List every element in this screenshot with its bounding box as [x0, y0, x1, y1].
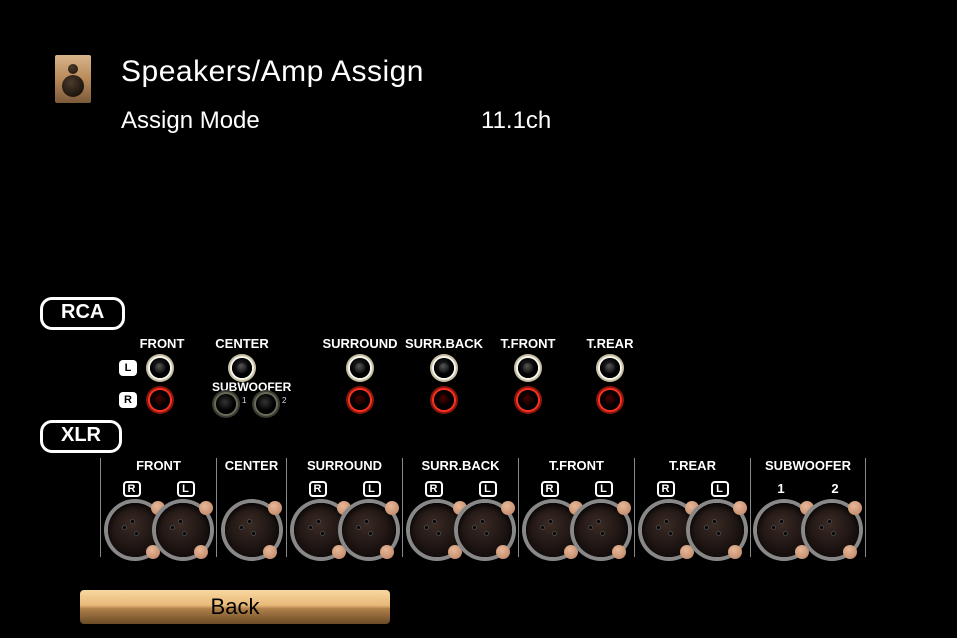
- rca-subwoofer-label: SUBWOOFER: [212, 380, 291, 394]
- xlr-heading: CENTER: [225, 458, 278, 473]
- rca-jack-surrback-r: [434, 390, 454, 410]
- xlr-connector: [574, 503, 628, 557]
- xlr-pair: [294, 503, 396, 557]
- rca-jack-surround-l: [350, 358, 370, 378]
- rca-heading-center: CENTER: [200, 336, 284, 351]
- assign-mode-label: Assign Mode: [121, 107, 481, 135]
- xlr-group: T.FRONTRL: [518, 458, 634, 557]
- xlr-group: FRONTRL: [100, 458, 216, 557]
- rca-sub1-num: 1: [242, 396, 246, 405]
- rca-heading-trear: T.REAR: [568, 336, 652, 351]
- rca-heading-tfront: T.FRONT: [486, 336, 570, 351]
- xlr-sub-row: RL: [123, 481, 195, 497]
- back-button[interactable]: Back: [80, 590, 390, 624]
- rca-sub2-num: 2: [282, 396, 286, 405]
- rca-jack-trear-l: [600, 358, 620, 378]
- xlr-heading: FRONT: [136, 458, 181, 473]
- xlr-connector: [757, 503, 811, 557]
- rca-heading-surround: SURROUND: [318, 336, 402, 351]
- xlr-connector: [342, 503, 396, 557]
- xlr-connector: [458, 503, 512, 557]
- assign-mode-value: 11.1ch: [481, 107, 551, 135]
- xlr-pair: [757, 503, 859, 557]
- xlr-heading: SURR.BACK: [422, 458, 500, 473]
- rca-jack-front-l: [150, 358, 170, 378]
- xlr-section-badge: XLR: [40, 420, 122, 453]
- rca-jack-front-r: [150, 390, 170, 410]
- rca-section-badge: RCA: [40, 297, 125, 330]
- xlr-connector: [526, 503, 580, 557]
- xlr-connector: [156, 503, 210, 557]
- xlr-rl-badge: L: [479, 481, 497, 497]
- speaker-icon: [55, 55, 91, 103]
- xlr-sub-row: RL: [309, 481, 381, 497]
- rca-l-badge: L: [119, 360, 137, 376]
- xlr-rl-badge: L: [711, 481, 729, 497]
- xlr-rl-badge: R: [425, 481, 443, 497]
- xlr-group: CENTER: [216, 458, 286, 557]
- xlr-pair: [225, 503, 279, 557]
- xlr-rl-badge: R: [309, 481, 327, 497]
- xlr-rl-badge: R: [657, 481, 675, 497]
- rca-jack-sub2: [256, 394, 276, 414]
- xlr-heading: SUBWOOFER: [765, 458, 851, 473]
- xlr-group: SURR.BACKRL: [402, 458, 518, 557]
- xlr-panel: FRONTRLCENTERSURROUNDRLSURR.BACKRLT.FRON…: [100, 458, 866, 557]
- xlr-pair: [642, 503, 744, 557]
- page-header: Speakers/Amp Assign Assign Mode 11.1ch: [55, 55, 551, 135]
- xlr-sub-row: 12: [772, 481, 844, 497]
- xlr-rl-badge: R: [123, 481, 141, 497]
- xlr-connector: [294, 503, 348, 557]
- xlr-sub-row: RL: [425, 481, 497, 497]
- rca-jack-trear-r: [600, 390, 620, 410]
- xlr-heading: T.REAR: [669, 458, 716, 473]
- xlr-sub-row: RL: [657, 481, 729, 497]
- xlr-rl-badge: L: [363, 481, 381, 497]
- xlr-connector: [108, 503, 162, 557]
- rca-r-badge: R: [119, 392, 137, 408]
- xlr-connector: [642, 503, 696, 557]
- xlr-pair: [108, 503, 210, 557]
- xlr-connector: [690, 503, 744, 557]
- xlr-sub-num: 1: [772, 481, 790, 497]
- xlr-sub-row: RL: [541, 481, 613, 497]
- xlr-pair: [526, 503, 628, 557]
- rca-jack-surrback-l: [434, 358, 454, 378]
- assign-mode-row[interactable]: Assign Mode 11.1ch: [121, 107, 551, 135]
- xlr-rl-badge: R: [541, 481, 559, 497]
- xlr-connector: [805, 503, 859, 557]
- xlr-rl-badge: L: [595, 481, 613, 497]
- xlr-pair: [410, 503, 512, 557]
- page-title: Speakers/Amp Assign: [121, 55, 551, 89]
- rca-jack-surround-r: [350, 390, 370, 410]
- xlr-rl-badge: L: [177, 481, 195, 497]
- rca-heading-surrback: SURR.BACK: [402, 336, 486, 351]
- rca-jack-tfront-l: [518, 358, 538, 378]
- rca-jack-sub1: [216, 394, 236, 414]
- xlr-sub-num: 2: [826, 481, 844, 497]
- xlr-group: SURROUNDRL: [286, 458, 402, 557]
- rca-jack-tfront-r: [518, 390, 538, 410]
- rca-jack-center: [232, 358, 252, 378]
- rca-heading-front: FRONT: [120, 336, 204, 351]
- xlr-connector: [225, 503, 279, 557]
- xlr-heading: SURROUND: [307, 458, 382, 473]
- xlr-heading: T.FRONT: [549, 458, 604, 473]
- xlr-group: T.REARRL: [634, 458, 750, 557]
- xlr-group: SUBWOOFER12: [750, 458, 866, 557]
- xlr-connector: [410, 503, 464, 557]
